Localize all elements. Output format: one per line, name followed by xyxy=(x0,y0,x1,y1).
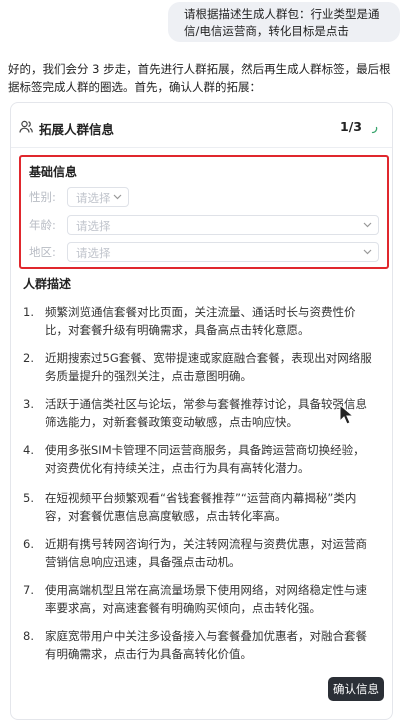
chevron-down-icon xyxy=(113,194,122,200)
gender-placeholder: 请选择 xyxy=(76,191,111,205)
list-item-number: 5. xyxy=(23,491,34,505)
list-item-number: 3. xyxy=(23,397,34,411)
region-label: 地区: xyxy=(29,245,56,259)
list-item-number: 4. xyxy=(23,443,34,457)
description-title: 人群描述 xyxy=(23,277,72,291)
chevron-down-icon xyxy=(363,222,372,228)
list-item-text: 使用高端机型且常在高流量场景下使用网络，对网络稳定性与速率要求高，对高速套餐有明… xyxy=(45,583,367,615)
gender-label: 性别: xyxy=(29,190,56,204)
assistant-message: 好的，我们会分 3 步走，首先进行人群拓展，然后再生成人群标签，最后根据标签完成… xyxy=(8,62,391,94)
list-item-text: 近期搜索过5G套餐、宽带提速或家庭融合套餐，表现出对网络服务质量提升的强烈关注，… xyxy=(45,351,372,383)
list-item-number: 8. xyxy=(23,629,34,643)
user-message-bubble: 请根据描述生成人群包：行业类型是通信/电信运营商，转化目标是点击 xyxy=(168,2,400,42)
age-label: 年龄: xyxy=(29,218,56,232)
age-placeholder: 请选择 xyxy=(76,219,111,233)
mouse-cursor-icon xyxy=(339,404,355,425)
card-title: 拓展人群信息 xyxy=(39,122,115,137)
list-item-number: 2. xyxy=(23,351,34,365)
list-item-number: 1. xyxy=(23,305,34,319)
audience-expansion-card: 拓展人群信息 1/3 基础信息 性别: 请选择 年龄: 请选择 地区: 请选择 xyxy=(10,102,393,720)
step-indicator: 1/3 xyxy=(340,119,362,134)
region-row: 地区: 请选择 xyxy=(29,242,379,262)
region-placeholder: 请选择 xyxy=(76,246,111,260)
list-item-text: 使用多张SIM卡管理不同运营商服务，具备跨运营商切换经验，对资费优化有持续关注，… xyxy=(45,443,365,475)
age-select[interactable]: 请选择 xyxy=(67,215,379,235)
loading-spinner-icon xyxy=(371,126,378,134)
list-item-text: 家庭宽带用户中关注多设备接入与套餐叠加优惠者，对融合套餐有明确需求，点击行为具备… xyxy=(45,629,367,661)
list-item-text: 活跃于通信类社区与论坛，常参与套餐推荐讨论，具备较强信息筛选能力，对新套餐政策变… xyxy=(45,397,367,429)
card-divider xyxy=(11,147,392,148)
list-item-number: 6. xyxy=(23,537,34,551)
region-select[interactable]: 请选择 xyxy=(67,242,379,262)
users-icon xyxy=(19,120,33,133)
confirm-info-button[interactable]: 确认信息 xyxy=(328,677,384,701)
user-message-text: 请根据描述生成人群包：行业类型是通信/电信运营商，转化目标是点击 xyxy=(184,7,380,38)
basic-info-title: 基础信息 xyxy=(29,165,78,179)
basic-info-section: 基础信息 性别: 请选择 年龄: 请选择 地区: 请选择 xyxy=(19,155,389,269)
age-row: 年龄: 请选择 xyxy=(29,215,379,235)
list-item-text: 频繁浏览通信套餐对比页面，关注流量、通话时长与资费性价比，对套餐升级有明确需求，… xyxy=(45,305,356,337)
card-header: 拓展人群信息 1/3 xyxy=(11,115,392,141)
gender-select[interactable]: 请选择 xyxy=(67,187,129,207)
list-item-number: 7. xyxy=(23,583,34,597)
chevron-down-icon xyxy=(363,249,372,255)
gender-row: 性别: 请选择 xyxy=(29,187,379,207)
list-item-text: 在短视频平台频繁观看“省钱套餐推荐”“运营商内幕揭秘”类内容，对套餐优惠信息高度… xyxy=(45,491,357,523)
list-item-text: 近期有携号转网咨询行为，关注转网流程与资费优惠，对运营商营销信息响应迅速，具备强… xyxy=(45,537,367,569)
